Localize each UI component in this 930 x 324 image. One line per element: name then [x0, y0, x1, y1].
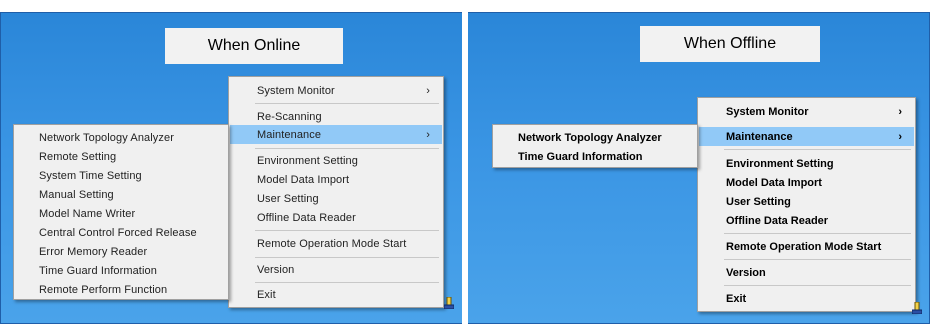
menu-item-version[interactable]: Version [230, 260, 442, 279]
menu-item-remote-operation-mode-start[interactable]: Remote Operation Mode Start [699, 237, 914, 256]
menu-separator [724, 285, 911, 286]
submenu-item-label: Remote Setting [39, 150, 117, 163]
submenu-item-remote-setting[interactable]: Remote Setting [15, 147, 227, 166]
submenu-item-system-time-setting[interactable]: System Time Setting [15, 166, 227, 185]
menu-separator [724, 149, 911, 150]
menu-item-maintenance[interactable]: Maintenance › [699, 127, 914, 146]
menu-item-environment-setting[interactable]: Environment Setting [230, 151, 442, 170]
submenu-item-network-topology-analyzer[interactable]: Network Topology Analyzer [494, 128, 696, 147]
chevron-right-icon: › [898, 130, 902, 143]
menu-item-label: User Setting [726, 195, 791, 208]
menu-separator [255, 257, 439, 258]
submenu-item-label: Time Guard Information [518, 150, 643, 163]
chevron-right-icon: › [426, 128, 430, 141]
submenu-item-error-memory-reader[interactable]: Error Memory Reader [15, 242, 227, 261]
menu-item-exit[interactable]: Exit [699, 289, 914, 308]
menu-item-label: Maintenance [257, 128, 322, 141]
offline-context-menu: System Monitor › Maintenance › Environme… [697, 97, 916, 312]
menu-item-exit[interactable]: Exit [230, 285, 442, 304]
menu-item-system-monitor[interactable]: System Monitor › [230, 81, 442, 100]
chevron-right-icon: › [426, 84, 430, 97]
menu-separator [255, 230, 439, 231]
menu-item-label: Model Data Import [726, 176, 822, 189]
submenu-item-label: Central Control Forced Release [39, 226, 197, 239]
submenu-item-central-control-forced-release[interactable]: Central Control Forced Release [15, 223, 227, 242]
menu-item-model-data-import[interactable]: Model Data Import [699, 173, 914, 192]
menu-item-version[interactable]: Version [699, 263, 914, 282]
menu-item-user-setting[interactable]: User Setting [230, 189, 442, 208]
menu-item-offline-data-reader[interactable]: Offline Data Reader [230, 208, 442, 227]
online-caption: When Online [165, 28, 343, 64]
online-maintenance-submenu: Network Topology Analyzer Remote Setting… [13, 124, 229, 300]
menu-item-label: Environment Setting [726, 157, 834, 170]
submenu-item-label: Network Topology Analyzer [39, 131, 174, 144]
submenu-item-manual-setting[interactable]: Manual Setting [15, 185, 227, 204]
menu-item-label: Maintenance [726, 130, 793, 143]
menu-item-label: Version [257, 263, 295, 276]
submenu-item-label: Remote Perform Function [39, 283, 168, 296]
menu-item-label: System Monitor [726, 105, 809, 118]
offline-maintenance-submenu: Network Topology Analyzer Time Guard Inf… [492, 124, 698, 168]
menu-item-label: Offline Data Reader [726, 214, 829, 227]
submenu-item-label: Time Guard Information [39, 264, 157, 277]
menu-item-label: Version [726, 266, 766, 279]
menu-item-maintenance[interactable]: Maintenance › [230, 125, 442, 144]
menu-item-user-setting[interactable]: User Setting [699, 192, 914, 211]
menu-item-label: Exit [257, 288, 276, 301]
submenu-item-label: Network Topology Analyzer [518, 131, 662, 144]
tray-app-icon[interactable] [911, 301, 923, 315]
menu-separator [255, 148, 439, 149]
submenu-item-label: Error Memory Reader [39, 245, 148, 258]
panel-divider [462, 12, 468, 324]
menu-item-re-scanning[interactable]: Re-Scanning [230, 107, 442, 126]
submenu-item-remote-perform-function[interactable]: Remote Perform Function [15, 280, 227, 299]
submenu-item-label: Model Name Writer [39, 207, 136, 220]
submenu-item-time-guard-information[interactable]: Time Guard Information [494, 147, 696, 166]
submenu-item-label: System Time Setting [39, 169, 142, 182]
menu-item-label: User Setting [257, 192, 319, 205]
online-context-menu: System Monitor › Re-Scanning Maintenance… [228, 76, 444, 308]
menu-separator [724, 233, 911, 234]
menu-item-label: Offline Data Reader [257, 211, 356, 224]
menu-item-offline-data-reader[interactable]: Offline Data Reader [699, 211, 914, 230]
menu-item-remote-operation-mode-start[interactable]: Remote Operation Mode Start [230, 234, 442, 253]
tray-app-icon[interactable] [443, 296, 455, 310]
menu-item-model-data-import[interactable]: Model Data Import [230, 170, 442, 189]
menu-separator [255, 282, 439, 283]
menu-item-label: System Monitor [257, 84, 335, 97]
submenu-item-time-guard-information[interactable]: Time Guard Information [15, 261, 227, 280]
menu-separator [255, 103, 439, 104]
menu-item-system-monitor[interactable]: System Monitor › [699, 102, 914, 121]
menu-separator [724, 259, 911, 260]
submenu-item-network-topology-analyzer[interactable]: Network Topology Analyzer [15, 128, 227, 147]
submenu-item-model-name-writer[interactable]: Model Name Writer [15, 204, 227, 223]
menu-item-label: Remote Operation Mode Start [257, 237, 407, 250]
menu-item-label: Environment Setting [257, 154, 358, 167]
menu-item-label: Re-Scanning [257, 110, 322, 123]
menu-item-environment-setting[interactable]: Environment Setting [699, 154, 914, 173]
menu-item-label: Remote Operation Mode Start [726, 240, 882, 253]
chevron-right-icon: › [898, 105, 902, 118]
submenu-item-label: Manual Setting [39, 188, 114, 201]
offline-caption: When Offline [640, 26, 820, 62]
menu-item-label: Exit [726, 292, 747, 305]
menu-item-label: Model Data Import [257, 173, 350, 186]
